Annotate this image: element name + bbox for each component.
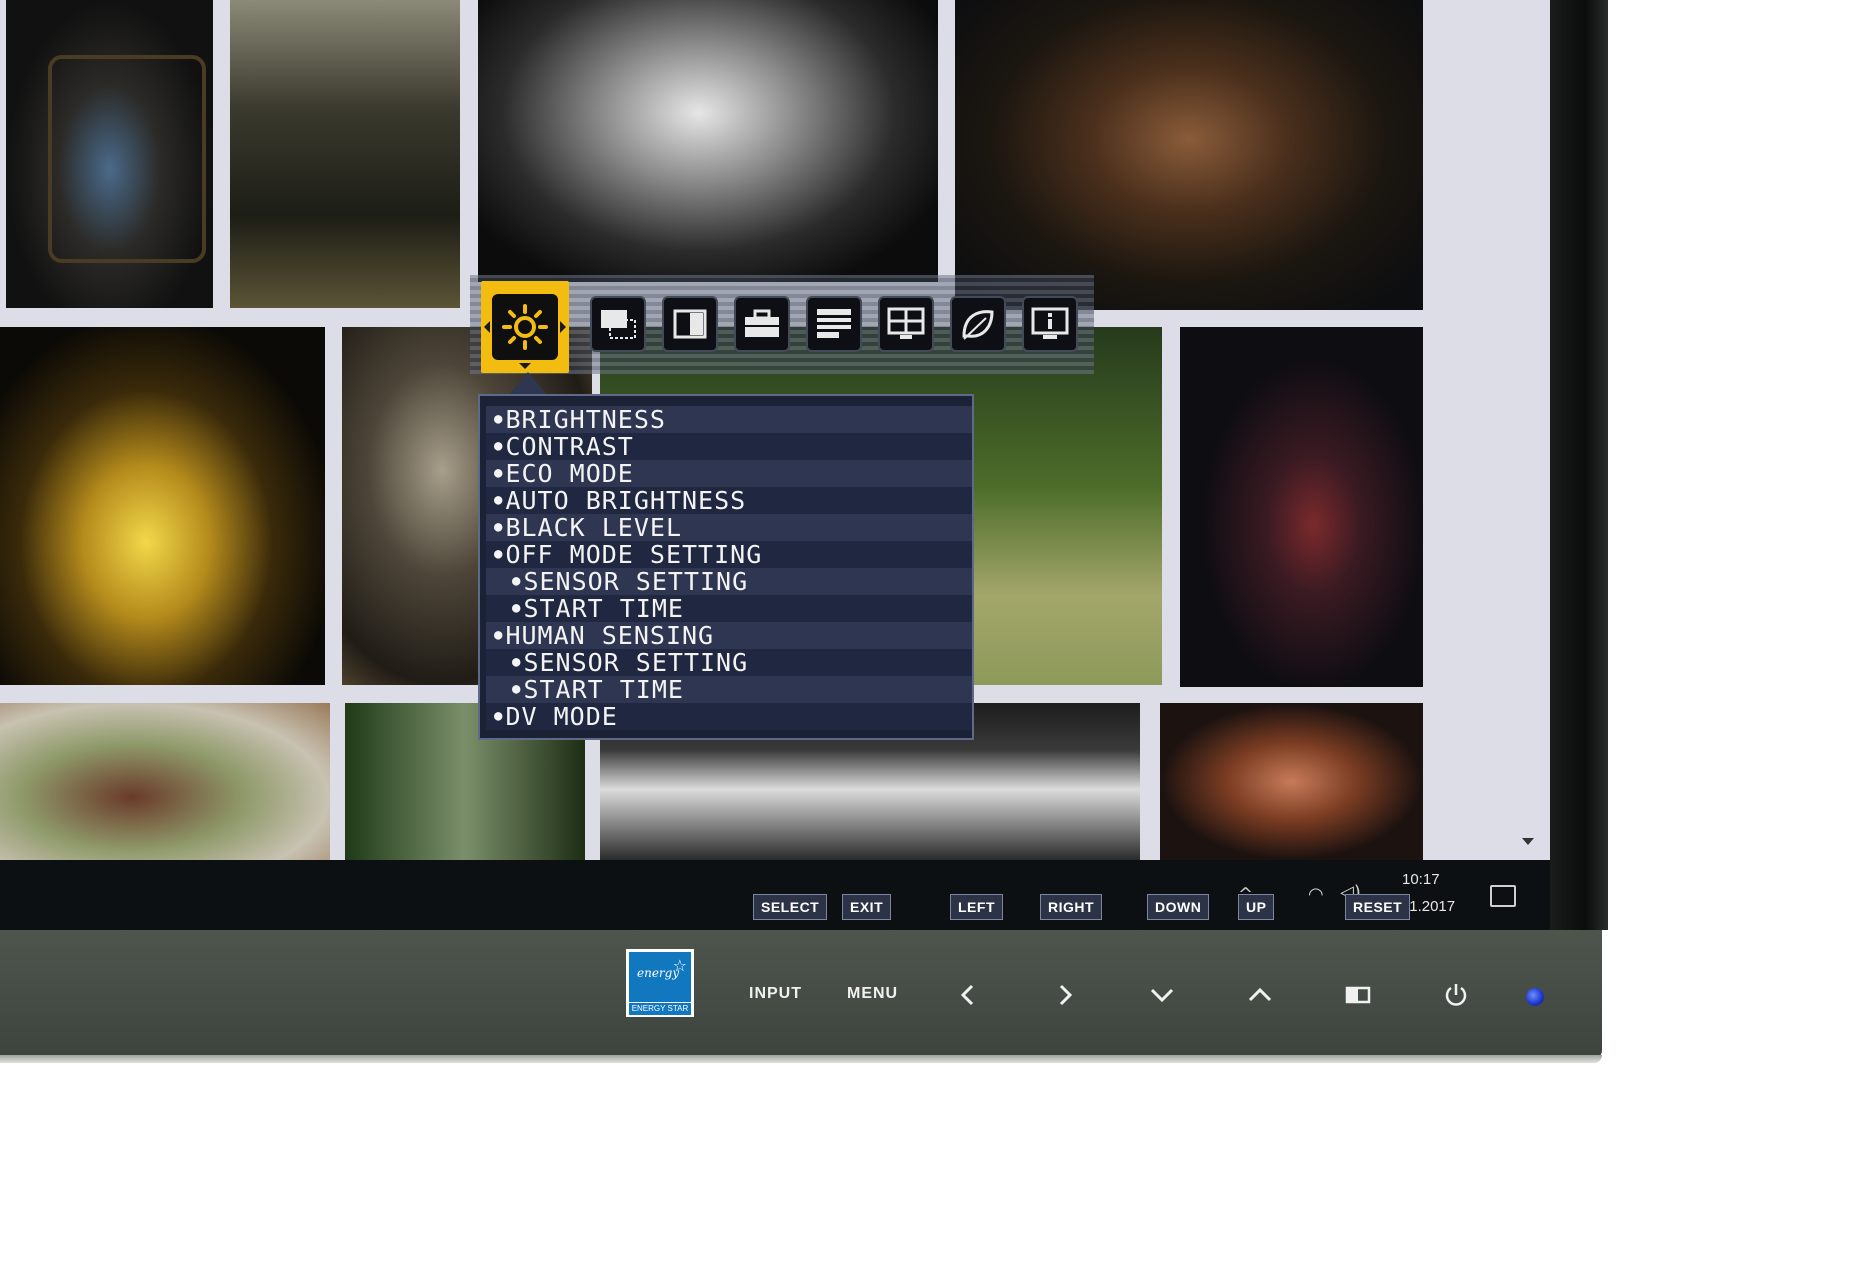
scroll-down-arrow-icon[interactable] (1522, 838, 1534, 845)
photo-tile (0, 327, 325, 685)
osd-item-off-mode-setting[interactable]: ●OFF MODE SETTING (486, 541, 972, 568)
guide-down: DOWN (1147, 894, 1210, 920)
picture-mode-icon (1345, 986, 1371, 1004)
photo-tile (0, 703, 330, 860)
chevron-down-icon (1150, 988, 1174, 1003)
notification-icon[interactable] (1490, 885, 1516, 907)
star-icon: ☆ (672, 956, 687, 975)
panel-edge (0, 1055, 1602, 1063)
osd-item-eco-mode[interactable]: ●ECO MODE (486, 460, 972, 487)
chevron-left-icon (960, 984, 974, 1006)
osd-brightness-menu: ●BRIGHTNESS ●CONTRAST ●ECO MODE ●AUTO BR… (478, 394, 974, 740)
energy-star-logo: energy ☆ ENERGY STAR (626, 949, 694, 1017)
monitor: ^ ◠ ◁) 10:17 11.2017 SELECT EXIT LEFT RI… (0, 0, 1610, 1063)
wifi-icon[interactable]: ◠ (1308, 884, 1324, 905)
multi-picture-icon (887, 307, 925, 339)
screen-size-icon (601, 310, 636, 339)
tab-tools[interactable] (734, 296, 790, 352)
tab-brightness[interactable] (481, 281, 569, 373)
color-icon (673, 309, 707, 339)
osd-item-brightness[interactable]: ●BRIGHTNESS (486, 406, 972, 433)
up-button[interactable] (1242, 975, 1278, 1015)
osd-item-human-sensing-start-time[interactable]: ●START TIME (486, 676, 972, 703)
osd-item-human-sensing-sensor-setting[interactable]: ●SENSOR SETTING (486, 649, 972, 676)
power-button[interactable] (1438, 975, 1474, 1015)
chevron-down-icon (519, 363, 531, 369)
guide-select: SELECT (753, 894, 828, 920)
guide-up: UP (1238, 894, 1275, 920)
right-button[interactable] (1047, 975, 1083, 1015)
photo-tile (955, 0, 1423, 310)
osd-item-human-sensing[interactable]: ●HUMAN SENSING (486, 622, 972, 649)
tab-menu-tools[interactable] (806, 296, 862, 352)
osd-pointer (510, 372, 546, 394)
guide-right: RIGHT (1040, 894, 1103, 920)
brightness-sun-icon (502, 304, 548, 350)
eco-leaf-icon (962, 310, 994, 340)
information-icon (1031, 307, 1069, 339)
photo-tile (6, 0, 213, 308)
tab-screen[interactable] (590, 296, 646, 352)
tab-information[interactable] (1022, 296, 1078, 352)
clock-time[interactable]: 10:17 (1402, 871, 1440, 888)
down-button[interactable] (1144, 975, 1180, 1015)
chevron-right-icon (1059, 984, 1073, 1006)
photo-tile (1160, 703, 1423, 860)
bezel-right (1550, 0, 1608, 930)
photo-tile (230, 0, 460, 308)
chevron-right-icon (560, 321, 566, 333)
chevron-up-icon (1248, 987, 1272, 1002)
power-icon (1445, 984, 1467, 1006)
photo-tile (1180, 327, 1423, 687)
osd-item-off-mode-sensor-setting[interactable]: ●SENSOR SETTING (486, 568, 972, 595)
left-button[interactable] (950, 975, 986, 1015)
guide-reset: RESET (1345, 894, 1411, 920)
tab-color[interactable] (662, 296, 718, 352)
toolbox-icon (745, 309, 779, 337)
osd-item-auto-brightness[interactable]: ●AUTO BRIGHTNESS (486, 487, 972, 514)
osd-item-black-level[interactable]: ●BLACK LEVEL (486, 514, 972, 541)
picture-mode-button[interactable] (1340, 975, 1376, 1015)
photo-tile (478, 0, 938, 282)
menu-button[interactable]: MENU (847, 985, 898, 1003)
osd-tab-bar (470, 275, 1094, 374)
guide-left: LEFT (950, 894, 1003, 920)
osd-item-dv-mode[interactable]: ●DV MODE (486, 703, 972, 730)
energy-star-text: ENERGY STAR (629, 1003, 691, 1015)
power-led-indicator (1526, 988, 1544, 1006)
tab-multi-picture[interactable] (878, 296, 934, 352)
tab-eco[interactable] (950, 296, 1006, 352)
chevron-left-icon (484, 321, 490, 333)
osd-item-off-mode-start-time[interactable]: ●START TIME (486, 595, 972, 622)
input-button[interactable]: INPUT (749, 985, 802, 1003)
osd-item-contrast[interactable]: ●CONTRAST (486, 433, 972, 460)
guide-exit: EXIT (842, 894, 892, 920)
menu-tools-icon (817, 309, 851, 338)
